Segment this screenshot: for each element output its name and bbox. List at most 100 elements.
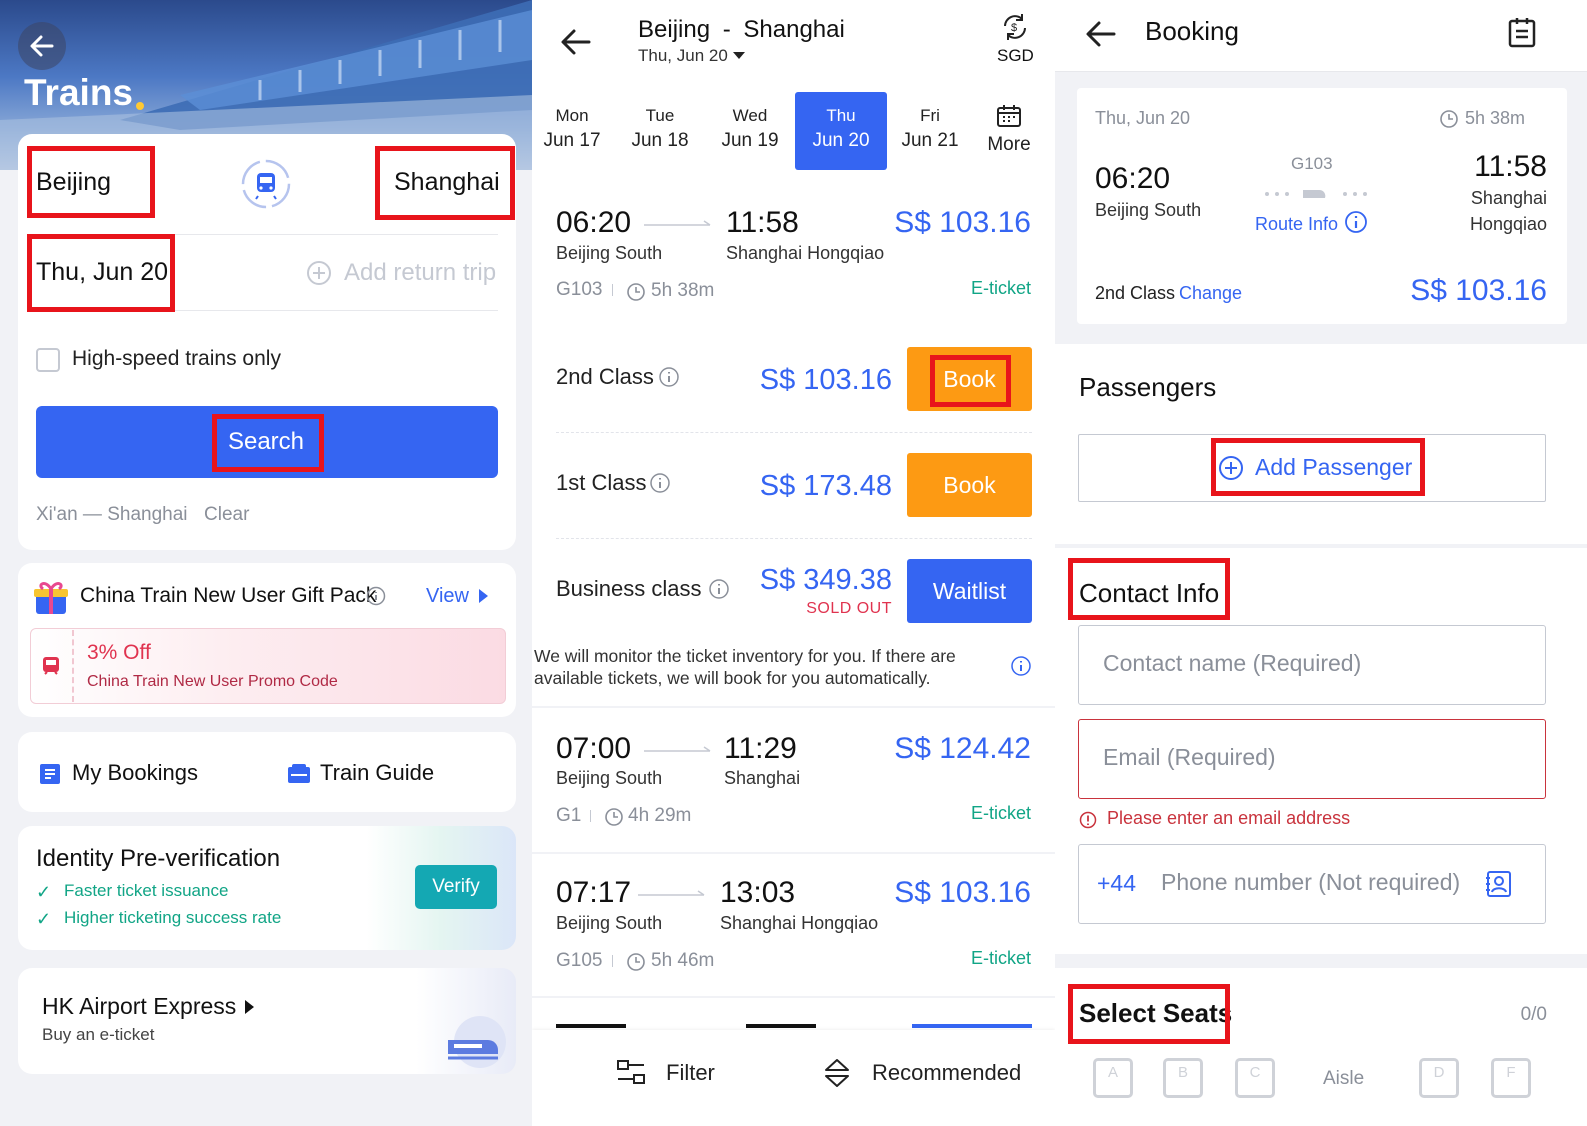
check-icon: ✓ — [36, 882, 52, 902]
from-station[interactable]: Beijing — [36, 168, 111, 197]
class-business-status: SOLD OUT — [806, 600, 892, 617]
train-2-price: S$ 124.42 — [894, 732, 1031, 765]
add-return-trip[interactable]: Add return trip — [344, 259, 496, 287]
aisle-label: Aisle — [1323, 1068, 1365, 1089]
to-station[interactable]: Shanghai — [394, 168, 500, 197]
recent-search[interactable]: Xi'an — Shanghai — [36, 504, 188, 526]
email-placeholder: Email (Required) — [1103, 744, 1276, 770]
back-button[interactable] — [556, 22, 596, 62]
train-3-duration: 5h 46m — [651, 950, 715, 971]
country-code[interactable]: +44 — [1097, 870, 1136, 897]
phone-placeholder: Phone number (Not required) — [1161, 869, 1461, 895]
book-1st-class-button[interactable]: Book — [907, 453, 1032, 517]
seat-class: 2nd Class — [1095, 283, 1176, 303]
svg-text:$: $ — [1011, 22, 1017, 34]
train-3-code: G105 — [556, 950, 603, 971]
search-screen: Trains Beijing Shanghai Thu, Jun 20 Add … — [0, 0, 532, 1126]
seat-f[interactable]: F — [1491, 1058, 1531, 1098]
divider — [36, 234, 498, 235]
error-icon — [1079, 811, 1097, 829]
train-1-code: G103 — [556, 279, 603, 300]
date-tab-fri[interactable]: Fri Jun 21 — [890, 106, 970, 152]
promo-discount: 3% Off — [87, 641, 151, 664]
trip-duration: 5h 38m — [1465, 108, 1526, 128]
train-3-ticket-type: E-ticket — [970, 948, 1031, 968]
seat-b[interactable]: B — [1163, 1058, 1203, 1098]
clock-icon — [1440, 110, 1458, 128]
route-arrow-icon — [638, 890, 705, 896]
page-title: Booking — [1145, 16, 1239, 46]
info-icon[interactable] — [658, 366, 680, 388]
my-bookings-link[interactable]: My Bookings — [72, 760, 198, 786]
highspeed-label: High-speed trains only — [72, 347, 281, 370]
filter-button[interactable]: Filter — [666, 1060, 715, 1086]
departure-date[interactable]: Thu, Jun 20 — [36, 258, 168, 287]
train-1-ticket-type: E-ticket — [970, 278, 1031, 298]
train-3-arr: 13:03 — [720, 876, 796, 909]
route-date[interactable]: Thu, Jun 20 — [638, 46, 728, 66]
train-2-arr: 11:29 — [724, 732, 797, 765]
bookings-icon — [38, 762, 62, 786]
route-info-link[interactable]: Route Info — [1255, 214, 1338, 235]
info-icon[interactable] — [1344, 210, 1368, 234]
sort-button[interactable]: Recommended — [872, 1060, 1021, 1086]
divider — [556, 538, 1032, 539]
class-business-price: S$ 349.38 — [759, 564, 892, 596]
train-1-price: S$ 103.16 — [894, 206, 1031, 239]
waitlist-button[interactable]: Waitlist — [907, 559, 1032, 623]
divider — [532, 706, 1055, 708]
book-2nd-class-button[interactable]: Book — [907, 347, 1032, 411]
pipe-divider — [612, 955, 613, 967]
date-tab-mon[interactable]: Mon Jun 17 — [532, 106, 612, 152]
swap-train-icon — [241, 159, 291, 209]
trip-from: Beijing South — [1095, 200, 1202, 220]
date-tab-thu-selected[interactable]: Thu Jun 20 — [795, 106, 887, 152]
promo-view-link[interactable]: View — [426, 585, 469, 608]
identity-benefit-1: Faster ticket issuance — [64, 881, 229, 900]
identity-benefit-2: Higher ticketing success rate — [64, 908, 282, 927]
verify-button[interactable]: Verify — [415, 865, 497, 909]
highspeed-checkbox[interactable] — [36, 348, 60, 372]
seat-a[interactable]: A — [1093, 1058, 1133, 1098]
route-arrow-icon — [644, 746, 711, 752]
add-passenger-label: Add Passenger — [1255, 454, 1413, 480]
page-title: Trains — [24, 72, 133, 113]
contact-book-icon[interactable] — [1485, 869, 1513, 899]
date-tab-wed[interactable]: Wed Jun 19 — [710, 106, 790, 152]
search-button-label: Search — [227, 428, 305, 455]
clear-history-button[interactable]: Clear — [204, 504, 249, 526]
filter-icon — [617, 1060, 645, 1084]
change-class-link[interactable]: Change — [1179, 283, 1242, 304]
clock-icon — [627, 953, 645, 971]
train-guide-link[interactable]: Train Guide — [320, 760, 434, 786]
back-arrow-icon[interactable] — [1081, 14, 1121, 54]
route-arrow-icon — [644, 220, 711, 226]
seat-d[interactable]: D — [1419, 1058, 1459, 1098]
identity-title: Identity Pre-verification — [36, 845, 281, 872]
date-tab-tue[interactable]: Tue Jun 18 — [620, 106, 700, 152]
back-arrow-icon — [30, 35, 54, 57]
info-icon[interactable] — [366, 586, 386, 606]
info-icon[interactable] — [1010, 655, 1032, 677]
currency-exchange-icon[interactable]: $ — [1000, 12, 1030, 42]
monitor-note: We will monitor the ticket inventory for… — [534, 646, 956, 688]
class-1st-name: 1st Class — [556, 470, 647, 495]
trip-price: S$ 103.16 — [1410, 274, 1547, 307]
pipe-divider — [590, 810, 591, 822]
caret-down-icon[interactable] — [732, 51, 746, 61]
info-icon[interactable] — [708, 578, 730, 600]
trip-arr-time: 11:58 — [1474, 150, 1547, 183]
clipboard-icon[interactable] — [1507, 16, 1537, 48]
swap-stations-button[interactable] — [240, 158, 292, 210]
train-3-to: Shanghai Hongqiao — [720, 913, 879, 933]
coupon-separator — [72, 630, 74, 702]
info-icon[interactable] — [649, 472, 671, 494]
promo-coupon[interactable] — [30, 628, 506, 704]
class-business-name: Business class — [556, 576, 702, 601]
currency-label[interactable]: SGD — [997, 46, 1034, 66]
more-dates-button[interactable]: More — [978, 104, 1040, 156]
back-button[interactable] — [18, 22, 66, 70]
email-error: Please enter an email address — [1107, 808, 1351, 828]
passengers-title: Passengers — [1079, 372, 1217, 402]
seat-c[interactable]: C — [1235, 1058, 1275, 1098]
